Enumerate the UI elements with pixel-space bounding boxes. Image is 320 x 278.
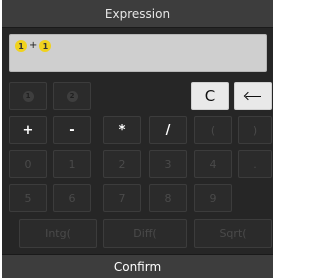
digit-9-button[interactable]: 9 — [194, 184, 232, 212]
digit-6-button[interactable]: 6 — [53, 184, 91, 212]
decimal-point-button[interactable]: . — [238, 150, 272, 178]
variable-button-1[interactable]: 1 — [9, 82, 47, 110]
operator-minus-label: - — [69, 122, 75, 138]
function-diff-label: Diff( — [133, 227, 157, 240]
operator-multiply-button[interactable]: * — [103, 116, 141, 144]
function-intg-label: Intg( — [45, 227, 71, 240]
close-paren-button[interactable]: ) — [238, 116, 272, 144]
operator-multiply-label: * — [118, 122, 126, 138]
digit-7-button[interactable]: 7 — [103, 184, 141, 212]
clear-button[interactable]: C — [191, 82, 229, 110]
expression-token-variable-1[interactable]: 1 — [15, 40, 27, 52]
confirm-button-label: Confirm — [113, 259, 162, 274]
function-sqrt-label: Sqrt( — [219, 227, 247, 240]
digit-8-label: 8 — [164, 191, 172, 205]
function-sqrt-button[interactable]: Sqrt( — [194, 219, 272, 248]
digit-5-label: 5 — [24, 191, 32, 205]
confirm-button[interactable]: Confirm — [2, 254, 273, 278]
close-paren-label: ) — [252, 123, 258, 137]
function-diff-button[interactable]: Diff( — [103, 219, 187, 248]
digit-8-button[interactable]: 8 — [149, 184, 187, 212]
digit-2-label: 2 — [118, 157, 126, 171]
digit-4-label: 4 — [209, 157, 217, 171]
digit-5-button[interactable]: 5 — [9, 184, 47, 212]
digit-4-button[interactable]: 4 — [194, 150, 232, 178]
digit-3-button[interactable]: 3 — [149, 150, 187, 178]
expression-display[interactable]: 1 + 1 — [9, 34, 267, 72]
digit-9-label: 9 — [209, 191, 217, 205]
backspace-button[interactable] — [234, 82, 272, 110]
decimal-point-label: . — [253, 157, 257, 171]
open-paren-label: ( — [210, 123, 216, 137]
variable-1-badge: 1 — [22, 90, 34, 102]
open-paren-button[interactable]: ( — [194, 116, 232, 144]
expression-token-operator: + — [29, 40, 38, 51]
expression-token-variable-2[interactable]: 1 — [39, 40, 52, 52]
digit-2-button[interactable]: 2 — [103, 150, 141, 178]
operator-divide-label: / — [165, 122, 171, 138]
function-intg-button[interactable]: Intg( — [19, 219, 97, 248]
digit-7-label: 7 — [118, 191, 126, 205]
digit-1-button[interactable]: 1 — [53, 150, 91, 178]
variable-2-badge: 2 — [66, 90, 78, 102]
operator-plus-label: + — [22, 122, 34, 138]
digit-0-label: 0 — [24, 157, 32, 171]
operator-divide-button[interactable]: / — [149, 116, 187, 144]
clear-button-label: C — [204, 87, 216, 105]
operator-minus-button[interactable]: - — [53, 116, 91, 144]
digit-1-label: 1 — [68, 157, 76, 171]
digit-0-button[interactable]: 0 — [9, 150, 47, 178]
digit-6-label: 6 — [68, 191, 76, 205]
dialog-title-text: Expression — [104, 6, 171, 21]
backspace-arrow-icon — [244, 92, 262, 100]
operator-plus-button[interactable]: + — [9, 116, 47, 144]
variable-button-2[interactable]: 2 — [53, 82, 91, 110]
expression-dialog: Expression 1 + 1 1 2 C + - * / ( ) 0 1 2… — [2, 0, 273, 278]
digit-3-label: 3 — [164, 157, 172, 171]
dialog-title: Expression — [2, 0, 273, 28]
